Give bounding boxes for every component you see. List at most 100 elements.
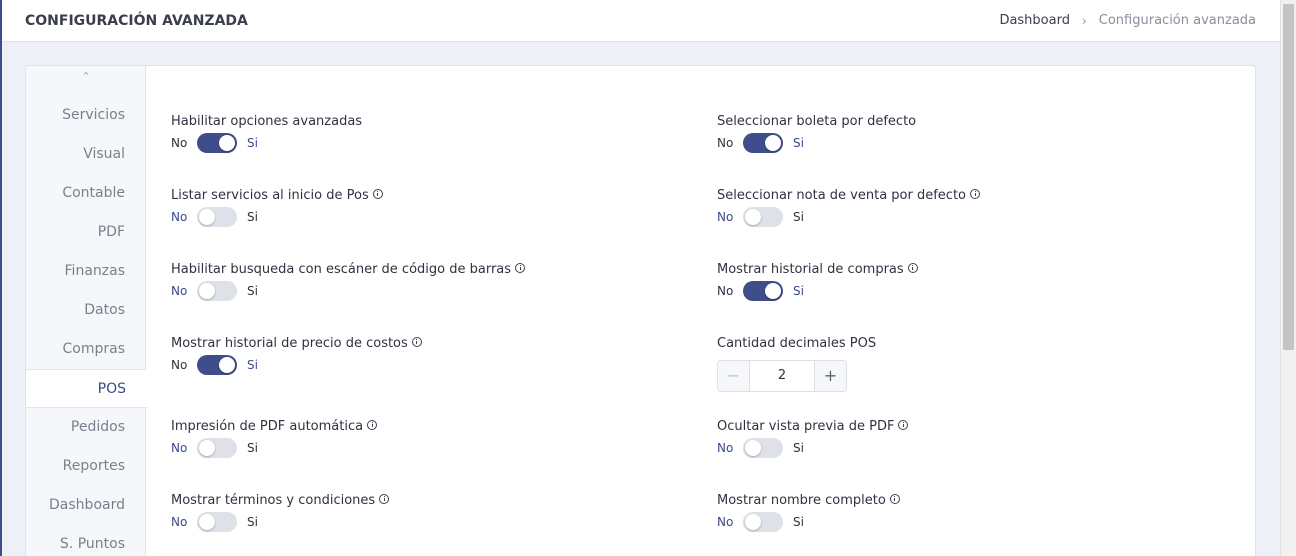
toggle-no-label: No bbox=[171, 284, 188, 298]
setting-mostrar-historial-de-precio-de-costos: Mostrar historial de precio de costos No S… bbox=[171, 336, 422, 376]
toggle-no-label: No bbox=[717, 284, 734, 298]
decimals-input[interactable]: 2 bbox=[750, 361, 814, 391]
setting-label: Ocultar vista previa de PDF bbox=[717, 419, 909, 434]
setting-label-text: Seleccionar nota de venta por defecto bbox=[717, 188, 967, 203]
sidebar-item-pedidos[interactable]: Pedidos bbox=[26, 408, 146, 447]
setting-label-text: Habilitar opciones avanzadas bbox=[171, 114, 363, 129]
toggle-si-label: Si bbox=[793, 441, 804, 455]
setting-habilitar-busqueda-con-escaner-de-codigo-de-barras: Habilitar busqueda con escáner de código… bbox=[171, 262, 526, 302]
toggle-row: No Si bbox=[717, 437, 908, 459]
setting-ocultar-vista-previa-de-pdf: Ocultar vista previa de PDF No Si bbox=[717, 419, 909, 459]
toggle-switch[interactable] bbox=[743, 281, 783, 301]
setting-label: Cantidad decimales POS bbox=[717, 336, 876, 351]
toggle-switch[interactable] bbox=[197, 133, 237, 153]
setting-label: Mostrar historial de precio de costos bbox=[171, 336, 422, 351]
scroll-up-icon[interactable]: ⌃ bbox=[26, 70, 146, 92]
info-icon[interactable] bbox=[372, 188, 383, 199]
toggle-si-label: Si bbox=[247, 515, 258, 529]
toggle-switch[interactable] bbox=[197, 207, 237, 227]
sidebar-item-visual[interactable]: Visual bbox=[26, 135, 146, 174]
decimals-stepper: −2 + bbox=[717, 360, 847, 392]
breadcrumb: Dashboard › Configuración avanzada bbox=[999, 13, 1256, 28]
toggle-row: No Si bbox=[717, 511, 900, 533]
setting-label: Habilitar opciones avanzadas bbox=[171, 114, 362, 129]
toggle-row: No Si bbox=[717, 280, 918, 302]
toggle-no-label: No bbox=[717, 441, 734, 455]
toggle-row: No Si bbox=[717, 206, 980, 228]
sidebar-item-pdf[interactable]: PDF bbox=[26, 213, 146, 252]
setting-seleccionar-nota-de-venta-por-defecto: Seleccionar nota de venta por defecto No S… bbox=[717, 188, 981, 228]
sidebar-item-compras[interactable]: Compras bbox=[26, 330, 146, 369]
toggle-si-label: Si bbox=[247, 358, 258, 372]
sidebar-item-datos[interactable]: Datos bbox=[26, 291, 146, 330]
toggle-knob bbox=[765, 135, 781, 151]
toggle-switch[interactable] bbox=[197, 512, 237, 532]
setting-label-text: Ocultar vista previa de PDF bbox=[717, 419, 895, 434]
toggle-no-label: No bbox=[717, 136, 734, 150]
toggle-knob bbox=[745, 209, 761, 225]
setting-label-text: Listar servicios al inicio de Pos bbox=[171, 188, 369, 203]
breadcrumb-current: Configuración avanzada bbox=[1098, 13, 1256, 28]
page-title: CONFIGURACIÓN AVANZADA bbox=[25, 12, 248, 29]
sidebar-item-s-puntos[interactable]: S. Puntos bbox=[26, 525, 146, 556]
setting-label: Seleccionar nota de venta por defecto bbox=[717, 188, 981, 203]
info-icon[interactable] bbox=[411, 336, 422, 347]
toggle-si-label: Si bbox=[793, 210, 804, 224]
setting-label-text: Mostrar nombre completo bbox=[717, 493, 886, 508]
sidebar-item-reportes[interactable]: Reportes bbox=[26, 447, 146, 486]
info-icon[interactable] bbox=[907, 262, 918, 273]
setting-label: Seleccionar boleta por defecto bbox=[717, 114, 916, 129]
sidebar-item-servicios[interactable]: Servicios bbox=[26, 96, 146, 135]
toggle-knob bbox=[765, 283, 781, 299]
info-icon[interactable] bbox=[515, 262, 526, 273]
window-edge bbox=[0, 0, 2, 556]
sidebar-item-pos[interactable]: POS bbox=[26, 369, 147, 408]
setting-label: Mostrar historial de compras bbox=[717, 262, 918, 277]
info-icon[interactable] bbox=[970, 188, 981, 199]
info-icon[interactable] bbox=[889, 493, 900, 504]
toggle-knob bbox=[745, 514, 761, 530]
toggle-switch[interactable] bbox=[197, 438, 237, 458]
setting-label: Mostrar nombre completo bbox=[717, 493, 900, 508]
toggle-si-label: Si bbox=[247, 210, 258, 224]
toggle-switch[interactable] bbox=[197, 281, 237, 301]
setting-mostrar-nombre-completo: Mostrar nombre completo No Si bbox=[717, 493, 900, 533]
setting-listar-servicios-al-inicio-de-pos: Listar servicios al inicio de Pos No Si bbox=[171, 188, 383, 228]
scrollbar-thumb[interactable] bbox=[1283, 4, 1294, 350]
sidebar-item-contable[interactable]: Contable bbox=[26, 174, 146, 213]
sidebar-item-finanzas[interactable]: Finanzas bbox=[26, 252, 146, 291]
toggle-row: No Si bbox=[171, 206, 383, 228]
settings-card: ⌃ Servicios Visual Contable PDF Finanzas Dato… bbox=[25, 65, 1256, 556]
breadcrumb-dashboard-link[interactable]: Dashboard bbox=[999, 13, 1070, 28]
toggle-switch[interactable] bbox=[743, 512, 783, 532]
setting-mostrar-historial-de-compras: Mostrar historial de compras No Si bbox=[717, 262, 918, 302]
toggle-knob bbox=[199, 440, 215, 456]
setting-impresion-de-pdf-automatica: Impresión de PDF automática No Si bbox=[171, 419, 378, 459]
decrement-button[interactable]: − bbox=[718, 361, 750, 391]
setting-label: Habilitar busqueda con escáner de código… bbox=[171, 262, 526, 277]
page-scrollbar[interactable] bbox=[1280, 0, 1296, 556]
sidebar-item-dashboard[interactable]: Dashboard bbox=[26, 486, 146, 525]
info-icon[interactable] bbox=[898, 419, 909, 430]
toggle-no-label: No bbox=[171, 515, 188, 529]
setting-cantidad-decimales-pos: Cantidad decimales POS −2 + bbox=[717, 336, 876, 392]
toggle-no-label: No bbox=[171, 358, 188, 372]
toggle-no-label: No bbox=[717, 210, 734, 224]
toggle-si-label: Si bbox=[247, 136, 258, 150]
toggle-switch[interactable] bbox=[197, 355, 237, 375]
toggle-row: No Si bbox=[171, 132, 362, 154]
setting-seleccionar-boleta-por-defecto: Seleccionar boleta por defecto No Si bbox=[717, 114, 916, 154]
toggle-row: No Si bbox=[717, 132, 916, 154]
toggle-switch[interactable] bbox=[743, 438, 783, 458]
info-icon[interactable] bbox=[367, 419, 378, 430]
toggle-si-label: Si bbox=[793, 515, 804, 529]
toggle-switch[interactable] bbox=[743, 207, 783, 227]
increment-button[interactable]: + bbox=[814, 361, 846, 391]
settings-sidenav: ⌃ Servicios Visual Contable PDF Finanzas Dato… bbox=[26, 66, 147, 556]
toggle-knob bbox=[199, 209, 215, 225]
toggle-no-label: No bbox=[717, 515, 734, 529]
setting-label-text: Seleccionar boleta por defecto bbox=[717, 114, 917, 129]
toggle-switch[interactable] bbox=[743, 133, 783, 153]
toggle-no-label: No bbox=[171, 210, 188, 224]
info-icon[interactable] bbox=[379, 493, 390, 504]
